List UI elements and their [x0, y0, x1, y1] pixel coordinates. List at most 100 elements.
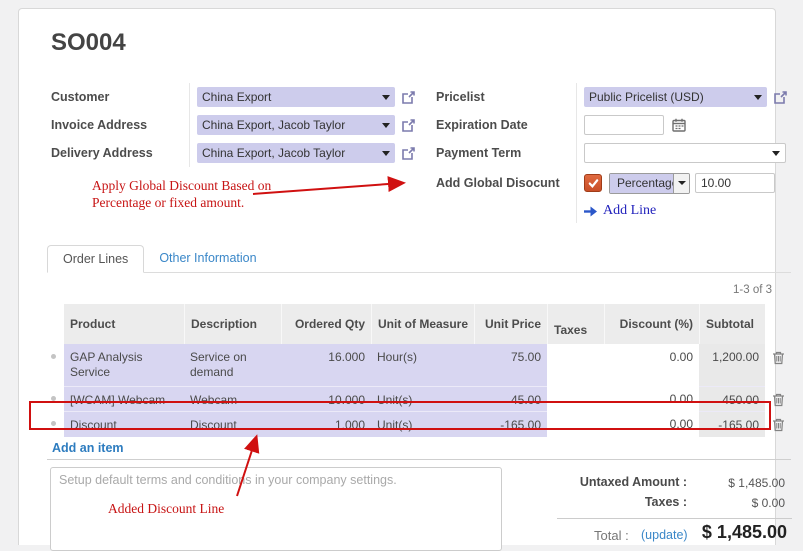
cell-qty[interactable]: 16.000: [281, 344, 371, 386]
global-discount-label: Add Global Disocunt: [436, 176, 576, 190]
cell-subtotal[interactable]: 1,200.00: [699, 344, 765, 386]
payment-term-row: Payment Term: [436, 139, 796, 167]
delete-row-button[interactable]: [765, 344, 791, 386]
chevron-down-icon[interactable]: [772, 151, 780, 156]
cell-discount[interactable]: 0.00: [604, 386, 699, 411]
invoice-address-value: China Export, Jacob Taylor: [202, 118, 376, 132]
external-link-icon[interactable]: [401, 118, 416, 133]
table-row[interactable]: GAP Analysis Service Service on demand 1…: [47, 344, 791, 386]
add-an-item-link[interactable]: Add an item: [52, 441, 124, 455]
cell-taxes[interactable]: [547, 386, 604, 411]
page-title: SO004: [51, 29, 126, 57]
invoice-address-label: Invoice Address: [51, 118, 189, 132]
add-line-row: Add Line: [436, 199, 796, 223]
invoice-address-field[interactable]: China Export, Jacob Taylor: [197, 115, 395, 135]
untaxed-amount-label: Untaxed Amount :: [539, 475, 687, 489]
external-link-icon[interactable]: [773, 90, 788, 105]
cell-qty[interactable]: 1.000: [281, 411, 371, 437]
table-row[interactable]: [WCAM] Webcam Webcam 10.000 Unit(s) 45.0…: [47, 386, 791, 411]
cell-taxes[interactable]: [547, 344, 604, 386]
pricelist-field[interactable]: Public Pricelist (USD): [584, 87, 767, 107]
cell-product[interactable]: [WCAM] Webcam: [64, 386, 184, 411]
customer-field[interactable]: China Export: [197, 87, 395, 107]
table-row-discount[interactable]: Discount Discount 1.000 Unit(s) -165.00 …: [47, 411, 791, 437]
delete-row-button[interactable]: [765, 386, 791, 411]
cell-discount[interactable]: 0.00: [604, 411, 699, 437]
expiration-date-input[interactable]: [584, 115, 664, 135]
delivery-address-label: Delivery Address: [51, 146, 189, 160]
total-value: $ 1,485.00: [665, 522, 787, 543]
select-dropdown-button[interactable]: [673, 174, 689, 193]
global-discount-value-input[interactable]: [695, 173, 775, 193]
calendar-icon[interactable]: [672, 118, 686, 132]
cell-product[interactable]: GAP Analysis Service: [64, 344, 184, 386]
trash-icon: [772, 393, 785, 407]
trash-icon: [772, 418, 785, 432]
row-handle[interactable]: [47, 386, 64, 411]
invoice-address-row: Invoice Address China Export, Jacob Tayl…: [51, 111, 431, 139]
cell-description[interactable]: Service on demand: [184, 344, 281, 386]
payment-term-label: Payment Term: [436, 146, 576, 160]
delivery-address-row: Delivery Address China Export, Jacob Tay…: [51, 139, 431, 167]
discount-type-select[interactable]: Percentage: [609, 173, 690, 194]
order-lines-table: Product Description Ordered Qty Unit of …: [47, 304, 791, 437]
tab-other-information[interactable]: Other Information: [144, 245, 271, 273]
header-description[interactable]: Description: [184, 304, 281, 344]
pricelist-label: Pricelist: [436, 90, 576, 104]
cell-uom[interactable]: Hour(s): [371, 344, 474, 386]
chevron-down-icon: [678, 181, 686, 185]
cell-subtotal[interactable]: -165.00: [699, 411, 765, 437]
header-subtotal[interactable]: Subtotal: [699, 304, 765, 344]
cell-unit-price[interactable]: -165.00: [474, 411, 547, 437]
annotation-added-discount-line: Added Discount Line: [108, 500, 224, 517]
pricelist-value: Public Pricelist (USD): [589, 90, 748, 104]
form-right-group: Pricelist Public Pricelist (USD) Expirat…: [436, 83, 796, 223]
tabbar: Order Lines Other Information: [47, 245, 272, 273]
chevron-down-icon[interactable]: [382, 151, 390, 156]
cell-unit-price[interactable]: 45.00: [474, 386, 547, 411]
header-unit-price[interactable]: Unit Price: [474, 304, 547, 344]
arrow-right-icon: [584, 206, 598, 217]
cell-uom[interactable]: Unit(s): [371, 386, 474, 411]
header-ordered-qty[interactable]: Ordered Qty: [281, 304, 371, 344]
totals-divider: [557, 518, 792, 519]
row-handle[interactable]: [47, 411, 64, 437]
pricelist-row: Pricelist Public Pricelist (USD): [436, 83, 796, 111]
cell-discount[interactable]: 0.00: [604, 344, 699, 386]
add-line-label: Add Line: [603, 203, 656, 219]
delete-row-button[interactable]: [765, 411, 791, 437]
header-trash-gutter: [765, 304, 791, 344]
add-line-button[interactable]: Add Line: [584, 203, 656, 219]
form-left-group: Customer China Export Invoice Address Ch…: [51, 83, 431, 167]
row-handle[interactable]: [47, 344, 64, 386]
chevron-down-icon[interactable]: [754, 95, 762, 100]
cell-qty[interactable]: 10.000: [281, 386, 371, 411]
footer-divider: [47, 459, 791, 460]
discount-type-value: Percentage: [610, 174, 673, 193]
cell-description[interactable]: Webcam: [184, 386, 281, 411]
customer-value: China Export: [202, 90, 376, 104]
payment-term-field[interactable]: [584, 143, 786, 163]
header-taxes[interactable]: Taxes: [547, 304, 604, 344]
delivery-address-field[interactable]: China Export, Jacob Taylor: [197, 143, 395, 163]
external-link-icon[interactable]: [401, 90, 416, 105]
chevron-down-icon[interactable]: [382, 95, 390, 100]
expiration-date-row: Expiration Date: [436, 111, 796, 139]
cell-unit-price[interactable]: 75.00: [474, 344, 547, 386]
header-unit-of-measure[interactable]: Unit of Measure: [371, 304, 474, 344]
header-discount[interactable]: Discount (%): [604, 304, 699, 344]
total-label: Total :: [594, 528, 629, 543]
trash-icon: [772, 351, 785, 365]
global-discount-checkbox[interactable]: [584, 174, 602, 192]
cell-description[interactable]: Discount: [184, 411, 281, 437]
cell-taxes[interactable]: [547, 411, 604, 437]
tab-order-lines[interactable]: Order Lines: [47, 245, 144, 273]
external-link-icon[interactable]: [401, 146, 416, 161]
global-discount-row: Add Global Disocunt Percentage: [436, 167, 796, 199]
cell-uom[interactable]: Unit(s): [371, 411, 474, 437]
chevron-down-icon[interactable]: [382, 123, 390, 128]
cell-subtotal[interactable]: 450.00: [699, 386, 765, 411]
cell-product[interactable]: Discount: [64, 411, 184, 437]
header-product[interactable]: Product: [64, 304, 184, 344]
page: SO004 Customer China Export Invoice Addr…: [0, 0, 803, 545]
